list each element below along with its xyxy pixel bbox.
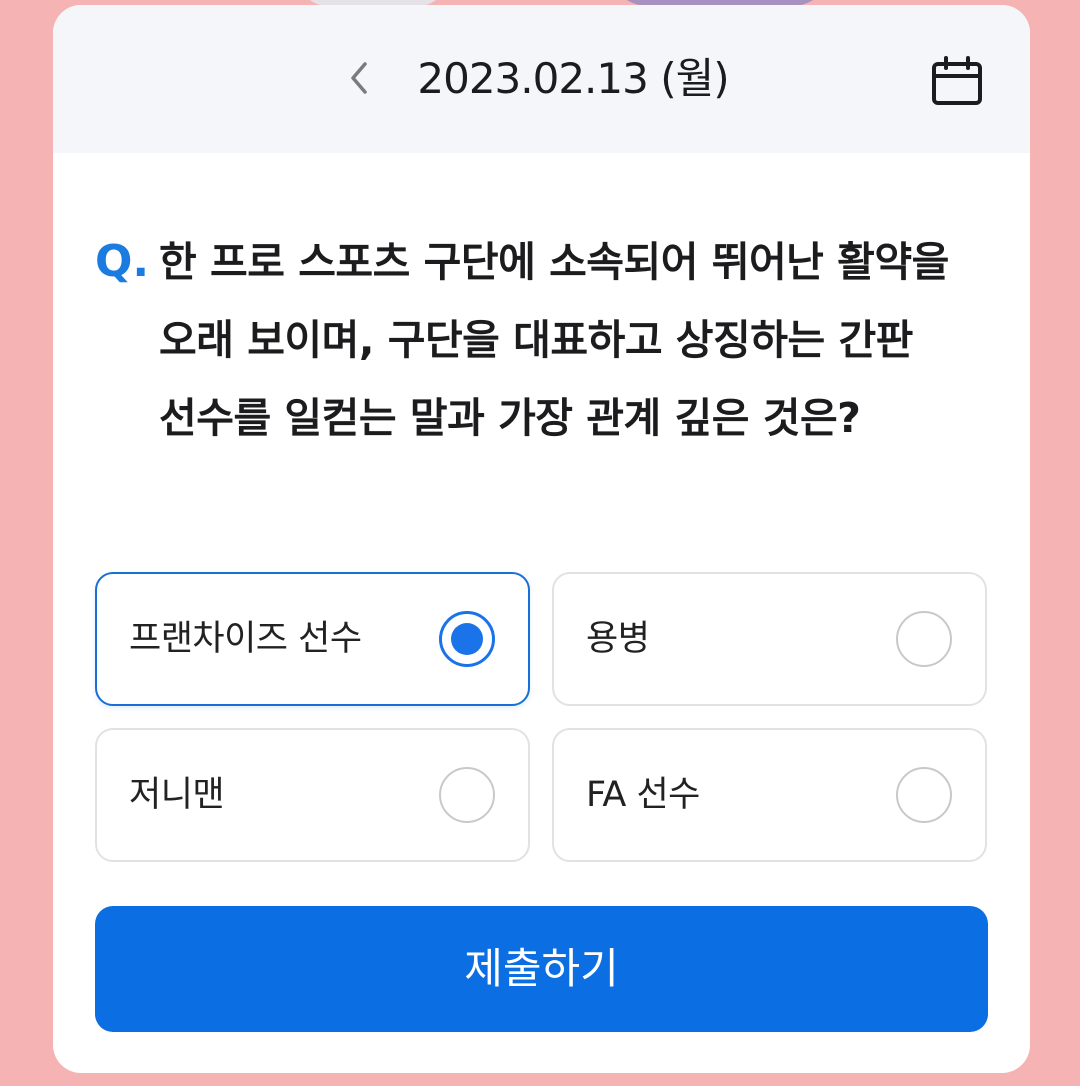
option-label: FA 선수 xyxy=(586,775,700,815)
calendar-icon xyxy=(932,56,982,105)
date-header: 2023.02.13 (월) xyxy=(53,5,1030,153)
question-text: 한 프로 스포츠 구단에 소속되어 뛰어난 활약을 오래 보이며, 구단을 대표… xyxy=(159,238,949,442)
option-mercenary[interactable]: 용병 xyxy=(552,572,987,706)
option-journeyman[interactable]: 저니맨 xyxy=(95,728,530,862)
chevron-left-icon xyxy=(351,62,367,94)
radio-dot xyxy=(451,623,483,655)
calendar-button[interactable] xyxy=(929,53,985,109)
question: Q. 한 프로 스포츠 구단에 소속되어 뛰어난 활약을 오래 보이며, 구단을… xyxy=(95,223,995,457)
radio-button[interactable] xyxy=(896,767,952,823)
radio-button[interactable] xyxy=(439,767,495,823)
submit-button[interactable]: 제출하기 xyxy=(95,906,988,1032)
prev-day-button[interactable] xyxy=(339,53,379,103)
question-prefix: Q. xyxy=(95,236,150,287)
option-label: 프랜차이즈 선수 xyxy=(129,619,362,659)
date-title: 2023.02.13 (월) xyxy=(417,54,729,103)
option-fa-player[interactable]: FA 선수 xyxy=(552,728,987,862)
option-franchise-player[interactable]: 프랜차이즈 선수 xyxy=(95,572,530,706)
radio-button-selected[interactable] xyxy=(439,611,495,667)
quiz-card: 2023.02.13 (월) Q. 한 프로 스포츠 구단에 소속되어 뛰어난 … xyxy=(53,5,1030,1073)
option-label: 용병 xyxy=(586,619,650,659)
option-label: 저니맨 xyxy=(129,775,225,815)
radio-button[interactable] xyxy=(896,611,952,667)
